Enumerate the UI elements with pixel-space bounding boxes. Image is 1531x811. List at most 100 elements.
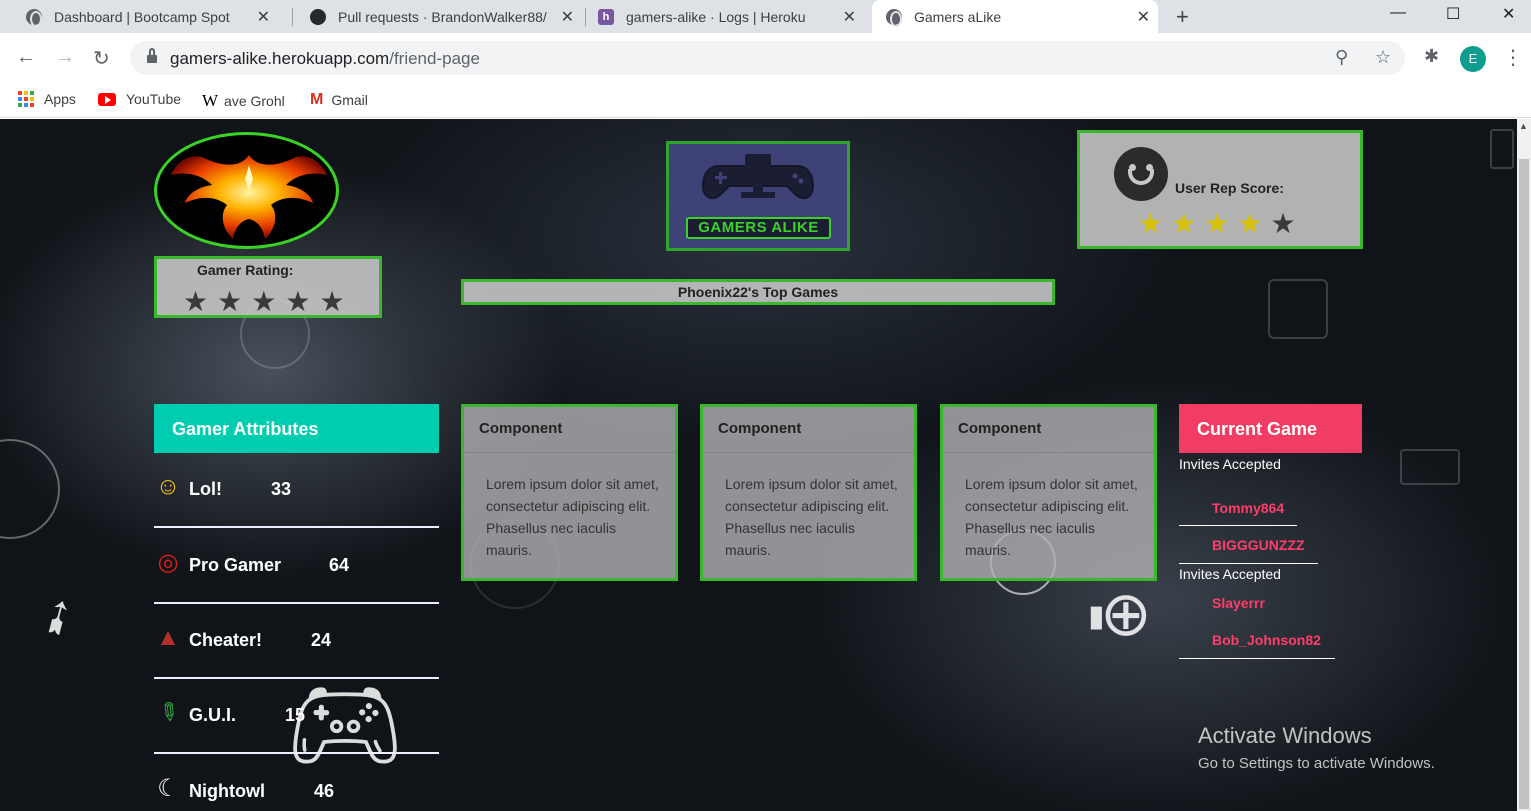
star-bookmark-icon[interactable]: ☆ bbox=[1375, 47, 1391, 68]
bookmark-label: YouTube bbox=[126, 91, 182, 107]
laughing-face-icon: ☺ bbox=[155, 473, 181, 500]
invites-accepted-label: Invites Accepted bbox=[1179, 456, 1281, 472]
background-square bbox=[1400, 449, 1460, 485]
page-viewport: ➹ ⊕ ▮ 🎮︎ Gamer Rating: ★ ★ ★ ★ ★ GAMERS … bbox=[0, 119, 1531, 811]
extensions-icon[interactable]: ✱ bbox=[1424, 46, 1439, 67]
tab-title: gamers-alike · Logs | Heroku bbox=[626, 8, 806, 25]
menu-icon[interactable]: ⋮ bbox=[1503, 45, 1523, 70]
gamer-rating-box: Gamer Rating: ★ ★ ★ ★ ★ bbox=[154, 256, 382, 318]
zoom-icon[interactable]: ⚲ bbox=[1335, 47, 1348, 68]
tab-pull-requests[interactable]: Pull requests · BrandonWalker88/ ✕ bbox=[300, 0, 582, 33]
apps-grid-icon bbox=[18, 91, 34, 107]
tab-dashboard[interactable]: Dashboard | Bootcamp Spot ✕ bbox=[16, 0, 278, 33]
star-icon: ★ bbox=[1237, 208, 1263, 239]
star-icon: ★ bbox=[319, 286, 345, 317]
card-title: Component bbox=[703, 407, 914, 453]
globe-icon bbox=[26, 8, 42, 27]
player-link[interactable]: Tommy864 bbox=[1212, 500, 1284, 516]
attribute-value: 46 bbox=[314, 781, 335, 801]
top-games-bar: Phoenix22's Top Games bbox=[461, 279, 1055, 305]
player-link[interactable]: BIGGGUNZZZ bbox=[1212, 537, 1305, 553]
close-tab-icon[interactable]: ✕ bbox=[1137, 7, 1150, 27]
scrollbar-thumb[interactable] bbox=[1519, 159, 1529, 809]
invites-accepted-label: Invites Accepted bbox=[1179, 566, 1281, 582]
brand-text: GAMERS ALIKE bbox=[686, 217, 831, 239]
card-body: Lorem ipsum dolor sit amet, consectetur … bbox=[965, 476, 1138, 558]
background-square bbox=[1268, 279, 1328, 339]
player-link[interactable]: Bob_Johnson82 bbox=[1212, 632, 1321, 648]
maximize-icon[interactable]: ☐ bbox=[1446, 4, 1460, 24]
star-icon: ★ bbox=[1171, 208, 1197, 239]
poop-icon: ▲ bbox=[156, 624, 180, 651]
attribute-label: G.U.I. bbox=[189, 705, 237, 725]
user-rep-stars: ★ ★ ★ ★ ★ bbox=[1138, 210, 1296, 238]
star-icon: ★ bbox=[1138, 208, 1164, 239]
bookmark-wikipedia[interactable]: W ave Grohl bbox=[202, 91, 285, 111]
new-tab-icon[interactable]: + bbox=[1176, 4, 1189, 30]
heroku-icon: h bbox=[598, 8, 614, 25]
scroll-up-icon[interactable]: ▲ bbox=[1519, 121, 1528, 131]
crosshair-icon: ⊕ bbox=[1100, 580, 1152, 649]
star-icon: ★ bbox=[285, 286, 311, 317]
background-arc bbox=[0, 439, 60, 539]
activate-windows-title: Activate Windows bbox=[1198, 723, 1372, 748]
attribute-label: Pro Gamer bbox=[189, 555, 282, 575]
youtube-icon bbox=[98, 92, 116, 106]
bookmark-gmail[interactable]: M Gmail bbox=[310, 91, 368, 109]
url-text[interactable]: gamers-alike.herokuapp.com/friend-page bbox=[170, 49, 480, 69]
card-title: Component bbox=[464, 407, 675, 453]
player-link[interactable]: Slayerrr bbox=[1212, 595, 1265, 611]
github-icon bbox=[310, 8, 326, 25]
card-body: Lorem ipsum dolor sit amet, consectetur … bbox=[486, 476, 659, 558]
attribute-value: 24 bbox=[311, 630, 332, 650]
reload-icon[interactable]: ↻ bbox=[93, 46, 110, 71]
attribute-label: Nightowl bbox=[189, 781, 265, 801]
toolbar: ← → ↻ gamers-alike.herokuapp.com/friend-… bbox=[0, 33, 1531, 85]
gamer-attributes-header: Gamer Attributes bbox=[154, 404, 439, 453]
close-tab-icon[interactable]: ✕ bbox=[843, 7, 856, 27]
close-tab-icon[interactable]: ✕ bbox=[561, 7, 574, 27]
attribute-value: 33 bbox=[271, 479, 292, 499]
moon-icon: ☾ bbox=[157, 775, 179, 802]
attribute-row-cheater: ▲ Cheater! 24 bbox=[154, 604, 439, 679]
bookmarks-bar: Apps YouTube W ave Grohl M Gmail bbox=[0, 85, 1531, 118]
component-card: Component Lorem ipsum dolor sit amet, co… bbox=[940, 404, 1157, 581]
attribute-row-pro-gamer: ◎ Pro Gamer 64 bbox=[154, 529, 439, 604]
user-rep-score-box: User Rep Score: ★ ★ ★ ★ ★ bbox=[1077, 130, 1363, 249]
address-bar[interactable]: gamers-alike.herokuapp.com/friend-page ⚲… bbox=[130, 41, 1405, 75]
bullet-icon: ▮ bbox=[1088, 600, 1105, 633]
bookmark-label: Gmail bbox=[331, 92, 368, 108]
close-tab-icon[interactable]: ✕ bbox=[257, 7, 270, 27]
close-window-icon[interactable]: ✕ bbox=[1502, 4, 1515, 24]
bookmark-youtube[interactable]: YouTube bbox=[98, 91, 181, 107]
tab-heroku-logs[interactable]: h gamers-alike · Logs | Heroku ✕ bbox=[588, 0, 864, 33]
tab-title: Dashboard | Bootcamp Spot bbox=[54, 8, 230, 25]
attribute-row-nightowl: ☾ Nightowl 46 bbox=[154, 755, 439, 811]
minimize-icon[interactable]: — bbox=[1390, 4, 1406, 22]
profile-logo bbox=[154, 132, 339, 249]
attribute-value: 64 bbox=[329, 555, 350, 575]
attribute-label: Cheater! bbox=[189, 630, 263, 650]
attribute-row-gui: ✎ G.U.I. 15 bbox=[152, 679, 439, 754]
attribute-value: 15 bbox=[285, 705, 306, 725]
divider bbox=[1179, 563, 1318, 564]
card-title: Component bbox=[943, 407, 1154, 453]
bookmark-label: ave Grohl bbox=[224, 93, 285, 109]
attribute-row-lol: ☺ Lol! 33 bbox=[154, 453, 439, 528]
star-icon: ★ bbox=[217, 286, 243, 317]
card-body: Lorem ipsum dolor sit amet, consectetur … bbox=[725, 476, 898, 558]
bookmark-apps[interactable]: Apps bbox=[18, 91, 76, 107]
star-icon: ★ bbox=[1270, 208, 1296, 239]
component-card: Component Lorem ipsum dolor sit amet, co… bbox=[461, 404, 678, 581]
phoenix-icon bbox=[171, 155, 327, 239]
profile-avatar[interactable]: E bbox=[1460, 46, 1486, 72]
activate-windows-subtitle: Go to Settings to activate Windows. bbox=[1198, 755, 1435, 772]
gmail-icon: M bbox=[310, 91, 324, 108]
tab-title: Pull requests · BrandonWalker88/ bbox=[338, 8, 547, 25]
back-icon[interactable]: ← bbox=[16, 46, 36, 69]
tab-gamers-alike[interactable]: Gamers aLike ✕ bbox=[872, 0, 1158, 33]
brand-logo: GAMERS ALIKE bbox=[666, 141, 850, 251]
forward-icon[interactable]: → bbox=[55, 46, 75, 69]
gamer-rating-label: Gamer Rating: bbox=[197, 262, 294, 278]
lock-icon[interactable] bbox=[147, 48, 157, 64]
